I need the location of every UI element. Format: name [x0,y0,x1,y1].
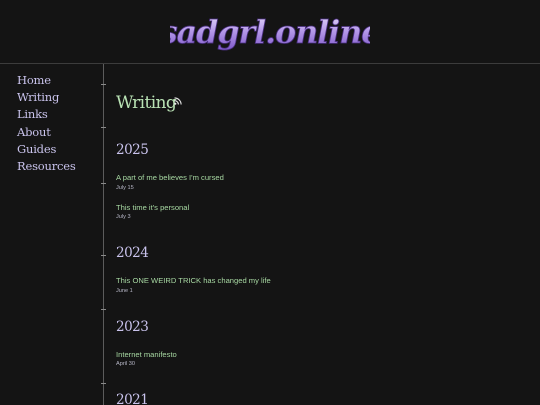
sidebar-nav: Home Writing Links About Guides Resource… [17,72,97,175]
timeline-tick [101,127,106,128]
rss-icon[interactable] [174,97,182,105]
nav-item-home[interactable]: Home [17,72,97,89]
nav-item-about[interactable]: About [17,124,97,141]
post-link[interactable]: A part of me believes I'm cursed [116,173,224,182]
post-link[interactable]: This time it's personal [116,203,189,212]
timeline-tick [101,183,106,184]
year-heading-2024: 2024 [116,245,149,261]
timeline-tick [101,84,106,85]
site-logo-text: sadgrl.online [170,13,370,51]
nav-item-resources[interactable]: Resources [17,158,97,175]
post-date: July 15 [116,185,134,191]
year-heading-2021: 2021 [116,392,149,405]
page-title: Writing [116,93,177,113]
site-logo[interactable]: sadgrl.online [170,6,370,58]
post-link[interactable]: Internet manifesto [116,350,177,359]
nav-item-guides[interactable]: Guides [17,141,97,158]
nav-item-links[interactable]: Links [17,106,97,123]
timeline-tick [101,309,106,310]
timeline-tick [101,383,106,384]
post-link[interactable]: This ONE WEIRD TRICK has changed my life [116,276,271,285]
year-heading-2025: 2025 [116,142,149,158]
post-date: June 1 [116,288,133,294]
year-heading-2023: 2023 [116,319,149,335]
timeline-tick [101,255,106,256]
timeline-line [103,64,104,405]
post-date: April 30 [116,361,135,367]
nav-item-writing[interactable]: Writing [17,89,97,106]
header-divider [0,63,540,64]
site-header: sadgrl.online [0,0,540,63]
post-date: July 3 [116,214,131,220]
